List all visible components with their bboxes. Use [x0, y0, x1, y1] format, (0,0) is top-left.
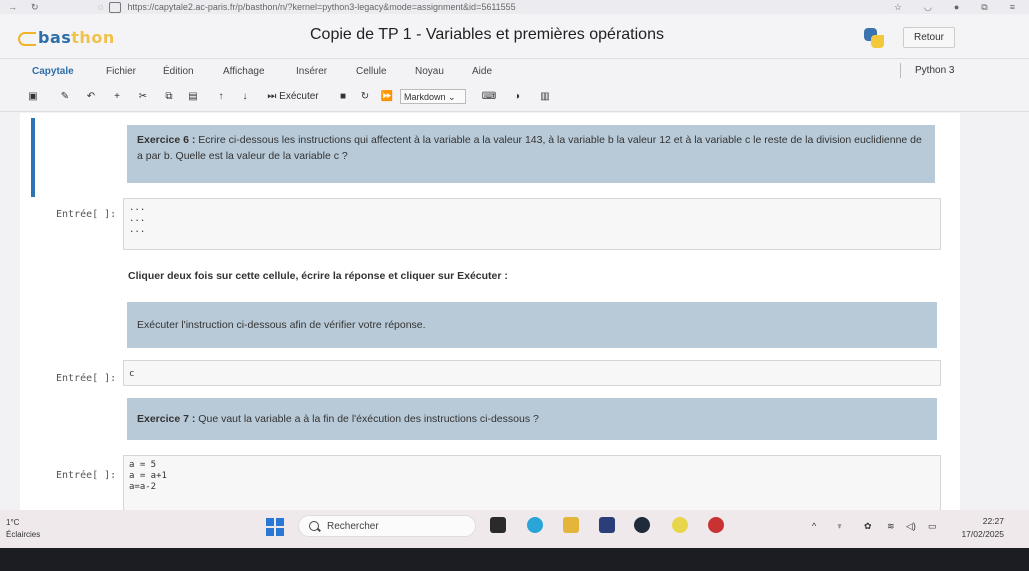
- screen: → ↻ ◌ https://capytale2.ac-paris.fr/p/ba…: [0, 0, 1029, 548]
- browser-bar: → ↻ ◌ https://capytale2.ac-paris.fr/p/ba…: [0, 0, 1029, 14]
- search-icon: [309, 521, 319, 531]
- cut-icon[interactable]: ✂: [134, 89, 152, 105]
- cell-prompt: Entrée[ ]:: [56, 209, 117, 220]
- menu-item-affichage[interactable]: Affichage: [223, 66, 265, 77]
- restart-icon[interactable]: ↻: [356, 89, 374, 105]
- restart-run-all-icon[interactable]: ⏩: [378, 89, 396, 105]
- chevron-up-icon[interactable]: ^: [812, 521, 816, 531]
- theme-toggle-icon[interactable]: ◑: [508, 89, 526, 105]
- markdown-cell-verify[interactable]: Exécuter l'instruction ci-dessous afin d…: [127, 302, 937, 348]
- undo-icon[interactable]: ↶: [82, 89, 100, 105]
- clock[interactable]: 22:27 17/02/2025: [952, 515, 1004, 541]
- code-cell-3[interactable]: a = 5 a = a+1 a=a-2: [123, 455, 941, 513]
- chart-icon[interactable]: ▥: [536, 89, 554, 105]
- menu-icon[interactable]: ≡: [1010, 2, 1015, 13]
- pocket-icon[interactable]: ◡: [924, 2, 932, 13]
- python-logo-icon: [864, 28, 884, 48]
- menu-brand[interactable]: Capytale: [32, 66, 74, 77]
- wifi-icon[interactable]: ≋: [887, 521, 895, 532]
- firefox-icon[interactable]: [708, 517, 724, 533]
- notebook-header: basthon Copie de TP 1 - Variables et pre…: [0, 14, 1029, 58]
- run-icon: ⏭: [267, 91, 277, 102]
- app-icon[interactable]: [634, 517, 650, 533]
- kernel-indicator[interactable]: Python 3: [900, 63, 968, 78]
- menu-item-cellule[interactable]: Cellule: [356, 66, 387, 77]
- menu-item-noyau[interactable]: Noyau: [415, 66, 444, 77]
- notebook-title[interactable]: Copie de TP 1 - Variables et premières o…: [310, 26, 664, 44]
- paste-icon[interactable]: ▤: [184, 89, 202, 105]
- tray-app-icon[interactable]: ✿: [864, 521, 872, 532]
- save-icon[interactable]: ▣: [24, 89, 42, 105]
- reload-icon[interactable]: ↻: [31, 2, 39, 13]
- menu-bar: Capytale Fichier Édition Affichage Insér…: [0, 58, 1029, 86]
- address-bar[interactable]: ◌ https://capytale2.ac-paris.fr/p/bastho…: [98, 1, 894, 13]
- app-icon[interactable]: [672, 517, 688, 533]
- move-up-icon[interactable]: ↑: [212, 89, 230, 105]
- move-down-icon[interactable]: ↓: [236, 89, 254, 105]
- instruction-text: Cliquer deux fois sur cette cellule, écr…: [128, 270, 508, 282]
- cell-prompt: Entrée[ ]:: [56, 373, 117, 384]
- lock-icon: [109, 1, 122, 13]
- shield-icon: ◌: [98, 2, 104, 12]
- toolbar: ▣ ✎ ↶ + ✂ ⧉ ▤ ↑ ↓ ⏭ Exécuter ■ ↻ ⏩ Markd…: [0, 85, 1029, 112]
- run-button[interactable]: ⏭ Exécuter: [262, 89, 324, 105]
- add-cell-icon[interactable]: +: [108, 89, 126, 105]
- selected-cell-indicator: [31, 118, 35, 197]
- menu-item-aide[interactable]: Aide: [472, 66, 492, 77]
- url-text: https://capytale2.ac-paris.fr/p/basthon/…: [127, 2, 516, 12]
- extensions-icon[interactable]: ⧉: [981, 2, 987, 13]
- chevron-down-icon: ⌄: [448, 92, 456, 102]
- windows-start-icon[interactable]: [266, 518, 284, 536]
- menu-item-inserer[interactable]: Insérer: [296, 66, 327, 77]
- markdown-cell-exercice-6[interactable]: Exercice 6 : Ecrire ci-dessous les instr…: [127, 125, 935, 183]
- code-cell-2[interactable]: c: [123, 360, 941, 386]
- file-explorer-icon[interactable]: [563, 517, 579, 533]
- edit-icon[interactable]: ✎: [56, 89, 74, 105]
- battery-icon[interactable]: ▭: [928, 521, 937, 532]
- code-cell-1[interactable]: ... ... ...: [123, 198, 941, 250]
- bookmark-star-icon[interactable]: ☆: [894, 2, 902, 13]
- edge-browser-icon[interactable]: [527, 517, 543, 533]
- menu-item-edition[interactable]: Édition: [163, 66, 194, 77]
- account-icon[interactable]: ●: [954, 2, 959, 13]
- stop-icon[interactable]: ■: [334, 89, 352, 105]
- keyboard-icon[interactable]: ⌨: [480, 89, 498, 105]
- task-view-icon[interactable]: [490, 517, 506, 533]
- cell-type-select[interactable]: Markdown ⌄: [400, 89, 466, 104]
- weather-widget[interactable]: 1°C Éclaircies: [6, 517, 40, 541]
- taskbar-search[interactable]: Rechercher: [298, 515, 476, 537]
- volume-icon[interactable]: ◁): [906, 521, 916, 532]
- menu-item-fichier[interactable]: Fichier: [106, 66, 136, 77]
- copy-icon[interactable]: ⧉: [160, 89, 178, 105]
- forward-icon[interactable]: →: [8, 2, 17, 13]
- markdown-cell-exercice-7[interactable]: Exercice 7 : Que vaut la variable a à la…: [127, 398, 937, 440]
- tray-app-icon[interactable]: ♆: [836, 521, 843, 531]
- store-icon[interactable]: [599, 517, 615, 533]
- basthon-logo[interactable]: basthon: [18, 28, 115, 47]
- basthon-logo-icon: [18, 31, 36, 46]
- taskbar: 1°C Éclaircies Rechercher ^ ♆ ✿ ≋ ◁) ▭ 2…: [0, 510, 1029, 548]
- retour-button[interactable]: Retour: [903, 27, 956, 48]
- cell-prompt: Entrée[ ]:: [56, 470, 117, 481]
